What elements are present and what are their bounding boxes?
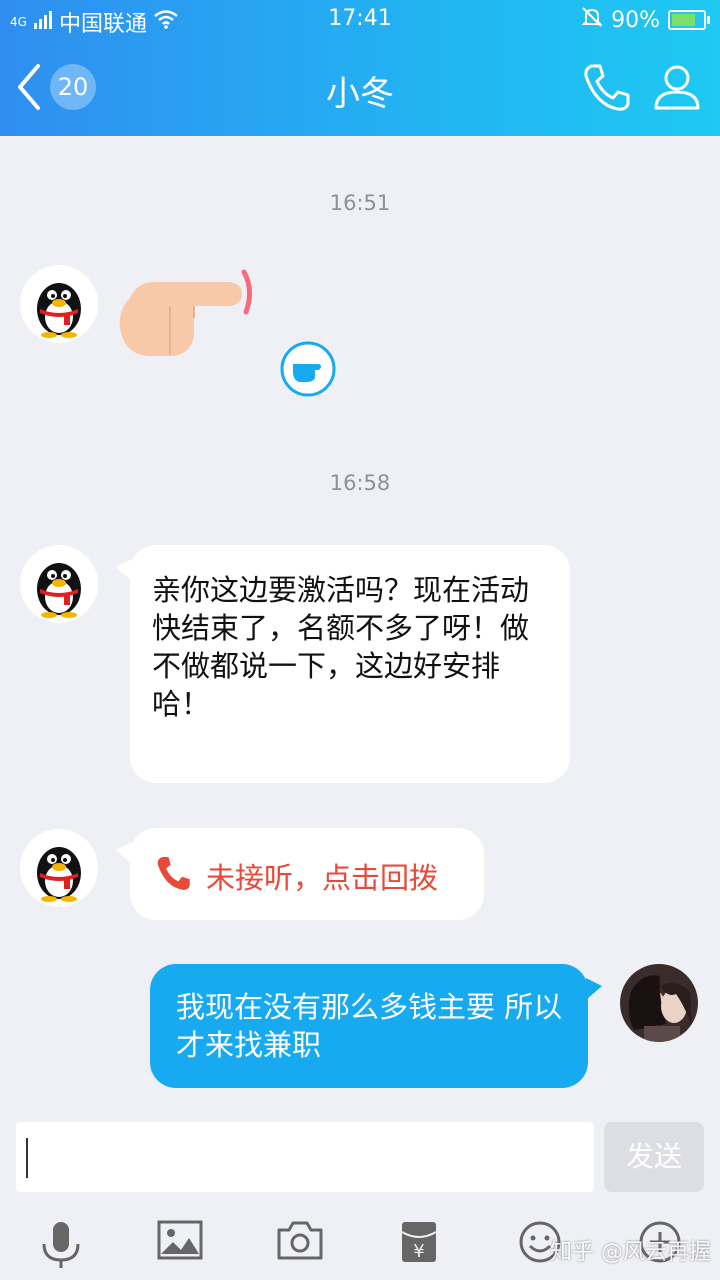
contact-avatar[interactable] bbox=[20, 829, 98, 907]
text-caret bbox=[26, 1138, 28, 1178]
camera-icon[interactable] bbox=[277, 1220, 323, 1264]
status-bar: 4G 中国联通 17:41 90% bbox=[0, 0, 720, 38]
red-packet-icon[interactable]: ¥ bbox=[400, 1220, 438, 1268]
missed-call-bubble[interactable]: 未接听，点击回拨 bbox=[116, 828, 484, 920]
contact-avatar[interactable] bbox=[20, 265, 98, 343]
message-text: 亲你这边要激活吗？现在活动快结束了，名额不多了呀！做不做都说一下，这边好安排哈！ bbox=[152, 573, 530, 721]
battery-percent: 90% bbox=[611, 7, 660, 33]
message-text: 我现在没有那么多钱主要 所以才来找兼职 bbox=[176, 990, 563, 1062]
poke-icon[interactable] bbox=[279, 340, 337, 398]
chat-header: 4G 中国联通 17:41 90% 20 小冬 bbox=[0, 0, 720, 136]
missed-call-text: 未接听，点击回拨 bbox=[206, 860, 439, 895]
outgoing-message-bubble[interactable]: 我现在没有那么多钱主要 所以才来找兼职 bbox=[150, 964, 602, 1088]
image-icon[interactable] bbox=[157, 1220, 203, 1264]
phone-icon[interactable] bbox=[582, 62, 630, 112]
person-icon[interactable] bbox=[652, 62, 702, 112]
missed-call-icon bbox=[154, 854, 192, 901]
watermark: 知乎 @风云再握 bbox=[550, 1240, 711, 1265]
message-bubble[interactable]: 亲你这边要激活吗？现在活动快结束了，名额不多了呀！做不做都说一下，这边好安排哈！ bbox=[116, 545, 570, 783]
timestamp: 16:58 bbox=[329, 471, 391, 495]
send-button[interactable]: 发送 bbox=[604, 1122, 704, 1192]
mute-bell-icon bbox=[581, 6, 603, 34]
message-input[interactable] bbox=[16, 1122, 594, 1192]
pointing-hand-icon[interactable] bbox=[118, 266, 268, 362]
svg-text:¥: ¥ bbox=[413, 1241, 424, 1262]
user-avatar[interactable] bbox=[620, 964, 698, 1042]
timestamp: 16:51 bbox=[329, 191, 391, 215]
mic-icon[interactable] bbox=[40, 1220, 82, 1274]
battery-icon bbox=[668, 10, 710, 30]
contact-avatar[interactable] bbox=[20, 545, 98, 623]
